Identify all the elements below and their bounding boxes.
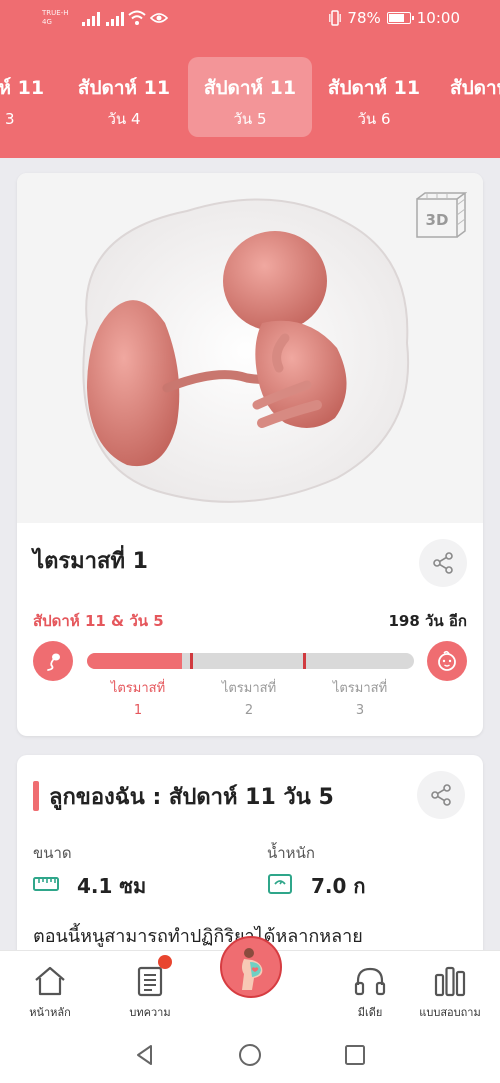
home-icon [35,966,65,996]
vibrate-icon [329,10,342,26]
trimester-label-text: ไตรมาสที่ [332,681,388,696]
pregnancy-icon [242,948,263,990]
nav-survey-label: แบบสอบถาม [419,1006,481,1019]
weight-value: 7.0 ก [311,874,366,898]
size-label: ขนาด [33,844,72,862]
battery-level [388,14,404,22]
3d-view-icon[interactable]: 3D [411,191,467,243]
trimester-title: ไตรมาสที่ 1 [33,549,148,574]
trimester-label-text: ไตรมาสที่ [110,681,166,696]
nav-home[interactable]: หน้าหลัก [10,951,90,1029]
days-left-label: 198 วัน อีก [388,612,467,630]
tab-day-label: วัน 3 [0,110,15,128]
signal-icon [82,12,100,26]
title-accent-bar [33,781,39,811]
trimester-3-label: ไตรมาสที่ 3 [315,678,405,722]
baby-card-title: ลูกของฉัน : สัปดาห์ 11 วัน 5 [49,785,334,810]
tab-week-label: สัปดาห์ [450,77,500,99]
baby-face-icon [438,650,456,671]
tab-week-label: สัปดาห์ 11 [203,77,297,99]
signal-icon-2 [106,12,124,26]
notification-dot [158,955,172,969]
baby-description: ตอนนี้หนูสามารถทำปฏิกิริยาได้หลากหลาย [33,926,363,947]
trimester-label-text: ไตรมาสที่ [221,681,277,696]
trimester-number: 2 [244,703,254,718]
trimester-number: 3 [355,703,365,718]
tab-week11-day6[interactable]: สัปดาห์ 11 วัน 6 [312,57,436,137]
weight-label: น้ำหนัก [267,844,315,862]
home-circle-icon[interactable] [237,1042,263,1068]
trimester-2-marker [303,653,306,669]
eye-comfort-icon [150,13,168,23]
tab-day-label: วัน 5 [233,110,267,128]
tab-day-label: วัน 6 [357,110,391,128]
headphones-icon [354,967,386,996]
network-type: 4G [42,18,52,26]
survey-icon [434,966,466,997]
trimester-number: 1 [133,703,143,718]
tab-week-label: สัปดาห์ 11 [77,77,171,99]
tab-day-label: วัน 4 [107,110,141,128]
battery-icon [386,12,414,24]
trimester-1-marker [190,653,193,669]
back-icon[interactable] [132,1042,158,1068]
fetus-image[interactable]: 3D [17,173,483,523]
3d-badge-label: 3D [426,211,449,229]
baby-share-button[interactable] [417,771,465,819]
tab-week11-day4[interactable]: สัปดาห์ 11 วัน 4 [62,57,186,137]
nav-articles-label: บทความ [129,1006,171,1019]
nav-articles[interactable]: บทความ [110,951,190,1029]
share-icon [433,552,453,574]
nav-media[interactable]: มีเดีย [330,951,410,1029]
baby-info-card: ลูกของฉัน : สัปดาห์ 11 วัน 5 ขนาด 4.1 ซม… [17,755,483,965]
baby-icon-button [427,641,467,681]
tab-week11-day5[interactable]: สัปดาห์ 11 วัน 5 [188,57,312,137]
sperm-icon-button [33,641,73,681]
trimester-1-label: ไตรมาสที่ 1 [93,678,183,722]
current-week-label: สัปดาห์ 11 & วัน 5 [33,612,164,630]
share-button[interactable] [419,539,467,587]
carrier-name: TRUE-H [42,9,69,17]
pregnancy-progress-bar [87,653,414,669]
scale-icon [268,874,292,894]
pregnancy-progress-fill [87,653,182,669]
pregnancy-center-button[interactable] [220,936,282,998]
trimester-2-label: ไตรมาสที่ 2 [204,678,294,722]
clock: 10:00 [416,9,460,27]
carrier-label: TRUE-H 4G [42,9,68,27]
nav-home-label: หน้าหลัก [29,1006,71,1019]
nav-survey[interactable]: แบบสอบถาม [410,951,490,1029]
battery-percent: 78% [347,9,381,27]
ruler-icon [33,877,59,891]
trimester-card: 3D ไตรมาสที่ 1 สัปดาห์ 11 & วัน 5 198 วั… [17,173,483,736]
tab-week-label: สัปดาห์ 11 [327,77,421,99]
day-tabs: สัปดาห์ 11 วัน 3 สัปดาห์ 11 วัน 4 สัปดาห… [0,55,500,140]
tab-week-label: สัปดาห์ 11 [0,77,45,99]
recents-icon[interactable] [342,1042,368,1068]
tab-week11-day3[interactable]: สัปดาห์ 11 วัน 3 [0,57,60,137]
share-icon [431,784,451,806]
size-value: 4.1 ซม [77,874,147,898]
sperm-icon [47,653,60,671]
system-navigation-bar [0,1028,500,1083]
wifi-icon [128,10,146,25]
app-header: TRUE-H 4G 78% 10:00 ห์ 11 3 สัปดาห์ 11 ว… [0,0,500,158]
tab-next-partial[interactable]: สัปดาห์ [438,57,500,137]
status-right: 78% 10:00 [329,9,460,27]
nav-media-label: มีเดีย [357,1006,383,1019]
status-bar: TRUE-H 4G 78% 10:00 [0,0,500,38]
